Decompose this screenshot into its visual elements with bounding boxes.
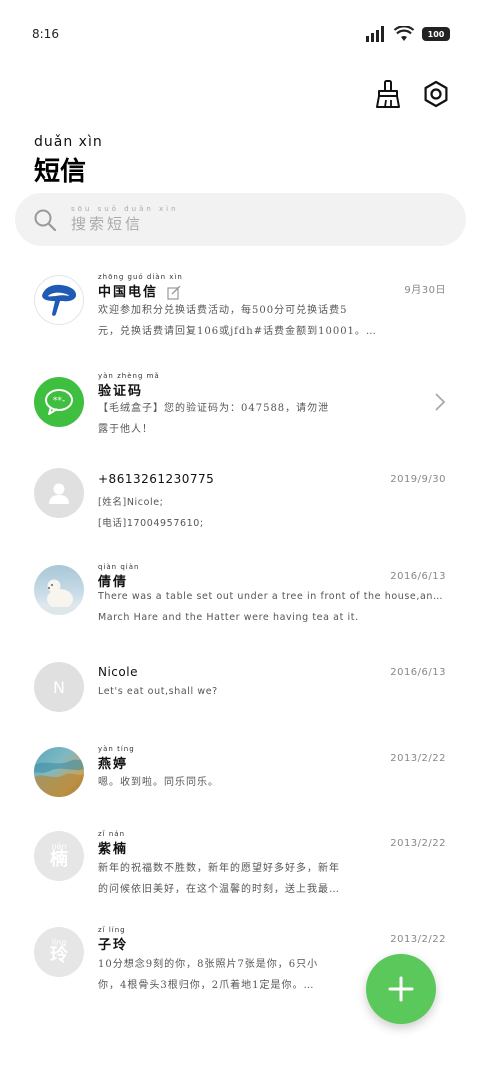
- contact-name: zǐ líng 子玲: [98, 926, 129, 953]
- message-date: 2016/6/13: [390, 571, 446, 582]
- search-placeholder-pinyin: sōu suǒ duǎn xìn: [71, 205, 179, 213]
- status-icons: 100: [366, 24, 450, 44]
- contact-name: zǐ nán 紫楠: [98, 830, 129, 857]
- clean-button[interactable]: [372, 78, 404, 110]
- avatar: [34, 747, 84, 797]
- message-preview-line: There was a table set out under a tree i…: [98, 591, 446, 602]
- message-preview-line: 欢迎参加积分兑换话费活动，每500分可兑换话费5: [98, 305, 348, 316]
- avatar: [34, 468, 84, 518]
- contact-name: yàn zhèng mǎ 验证码: [98, 372, 160, 399]
- avatar-initial: N: [53, 677, 65, 697]
- china-telecom-logo-icon: [42, 284, 77, 316]
- toolbar: [372, 78, 452, 110]
- message-preview-line: 元，兑换话费请回复106或jfdh#话费金额到10001。…: [98, 326, 377, 337]
- conversation-item[interactable]: yàn tíng 燕婷 2013/2/22 嗯。收到啦。同乐同乐。: [0, 745, 480, 841]
- conversation-item[interactable]: qiàn qiàn 倩倩 2016/6/13 There was a table…: [0, 563, 480, 659]
- contact-name: zhōng guó diàn xìn 中国电信: [98, 273, 183, 300]
- avatar: [34, 565, 84, 615]
- message-preview-line: 嗯。收到啦。同乐同乐。: [98, 777, 219, 788]
- contact-name: qiàn qiàn 倩倩: [98, 563, 140, 590]
- message-preview-line: Let's eat out,shall we?: [98, 686, 218, 697]
- avatar: nán 楠: [34, 831, 84, 881]
- avatar: **-: [34, 377, 84, 427]
- person-icon: [49, 483, 69, 504]
- conversation-item[interactable]: zhōng guó diàn xìn 中国电信 9月30日 欢迎参加积分兑换话费…: [0, 270, 480, 366]
- gear-icon: [424, 80, 448, 108]
- message-preview-line: 你，4根骨头3根归你，2爪着地1定是你。…: [98, 980, 315, 991]
- contact-name: +8613261230775: [98, 472, 215, 486]
- search-input[interactable]: sōu suǒ duǎn xìn 搜索短信: [15, 193, 466, 246]
- contact-name: yàn tíng 燕婷: [98, 745, 135, 772]
- wifi-icon: [394, 26, 414, 41]
- message-date: 2013/2/22: [390, 753, 446, 764]
- search-icon: [34, 209, 57, 231]
- avatar: líng 玲: [34, 927, 84, 977]
- conversation-item[interactable]: nán 楠 zǐ nán 紫楠 2013/2/22 新年的祝福数不胜数，新年的愿…: [0, 830, 480, 926]
- settings-button[interactable]: [420, 78, 452, 110]
- message-preview-line: 【毛绒盒子】您的验证码为：047588，请勿泄: [98, 403, 330, 414]
- battery-icon: 100: [422, 27, 450, 41]
- conversation-item[interactable]: +8613261230775 2019/9/30 [姓名]Nicole; [电话…: [0, 466, 480, 562]
- message-date: 2016/6/13: [390, 667, 446, 678]
- search-placeholder-text: 搜索短信: [71, 215, 144, 233]
- broom-icon: [376, 80, 400, 108]
- page-title: duǎn xìn 短信: [34, 134, 103, 188]
- message-preview-line: 的问候依旧美好，在这个温馨的时刻，送上我最…: [98, 884, 340, 895]
- message-preview-line: 10分想念9刻的你，8张照片7张是你，6只小: [98, 959, 319, 970]
- message-date: 2019/9/30: [390, 474, 446, 485]
- avatar: [34, 275, 84, 325]
- plus-icon: [388, 976, 414, 1002]
- svg-text:**-: **-: [53, 396, 65, 406]
- signal-icon: [366, 26, 384, 42]
- contact-name: Nicole: [98, 665, 138, 679]
- message-preview-line: 新年的祝福数不胜数，新年的愿望好多好多，新年: [98, 863, 340, 874]
- message-preview-line: 露于他人！: [98, 424, 153, 435]
- message-date: 9月30日: [404, 285, 446, 296]
- new-message-button[interactable]: [366, 954, 436, 1024]
- avatar: N: [34, 662, 84, 712]
- message-date: 2013/2/22: [390, 934, 446, 945]
- message-date: 2013/2/22: [390, 838, 446, 849]
- message-preview-line: March Hare and the Hatter were having te…: [98, 612, 359, 623]
- status-bar: 8:16 100: [0, 0, 480, 66]
- page-title-pinyin: duǎn xìn: [34, 134, 103, 150]
- edit-icon: [167, 285, 181, 300]
- status-time: 8:16: [32, 27, 59, 41]
- message-bubble-icon: **-: [45, 389, 73, 415]
- conversation-item[interactable]: N Nicole 2016/6/13 Let's eat out,shall w…: [0, 661, 480, 757]
- search-placeholder: sōu suǒ duǎn xìn 搜索短信: [71, 205, 179, 234]
- conversation-item[interactable]: **- yàn zhèng mǎ 验证码 【毛绒盒子】您的验证码为：047588…: [0, 372, 480, 468]
- message-preview-line: [姓名]Nicole;: [98, 497, 164, 508]
- landscape-photo-icon: [34, 759, 84, 797]
- polar-bear-photo-icon: [34, 579, 84, 615]
- chevron-right-icon[interactable]: [434, 392, 446, 412]
- page-title-text: 短信: [34, 157, 87, 187]
- message-preview-line: [电话]17004957610;: [98, 518, 204, 529]
